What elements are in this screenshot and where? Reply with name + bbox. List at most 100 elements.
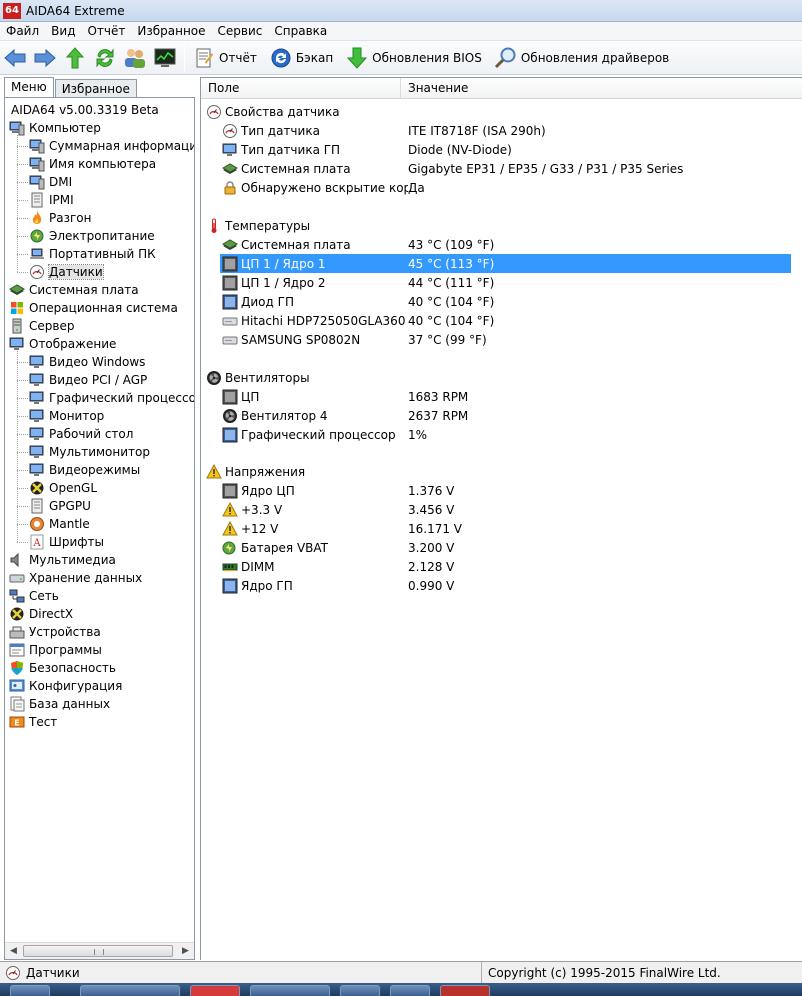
menu-report[interactable]: Отчёт: [81, 22, 131, 41]
table-row[interactable]: Тип датчика ГП Diode (NV-Diode): [201, 140, 802, 159]
scroll-right-icon[interactable]: ▶: [177, 943, 194, 959]
backup-icon: [269, 46, 293, 70]
menu-file[interactable]: Файл: [0, 22, 45, 41]
sidebar-item-sensors[interactable]: Датчики: [29, 263, 104, 281]
navigation-tree[interactable]: AIDA64 v5.00.3319 Beta Компьютер Суммарна…: [4, 97, 195, 960]
sidebar-item-multimonitor[interactable]: Мультимонитор: [29, 443, 150, 461]
sidebar-item-video-pci[interactable]: Видео PCI / AGP: [29, 371, 147, 389]
sidebar-item-benchmark[interactable]: E Тест: [9, 713, 57, 731]
tree-root[interactable]: AIDA64 v5.00.3319 Beta: [11, 101, 159, 119]
table-row[interactable]: SAMSUNG SP0802N 37 °C (99 °F): [201, 330, 802, 349]
table-row[interactable]: Тип датчика ITE IT8718F (ISA 290h): [201, 121, 802, 140]
group-voltages[interactable]: Напряжения: [201, 462, 802, 481]
table-row[interactable]: ЦП 1 / Ядро 2 44 °C (111 °F): [201, 273, 802, 292]
tab-favorites[interactable]: Избранное: [54, 79, 137, 97]
menu-help[interactable]: Справка: [268, 22, 333, 41]
taskbar-button[interactable]: [340, 985, 380, 996]
sidebar-item-ipmi[interactable]: IPMI: [29, 191, 74, 209]
sidebar-item-summary[interactable]: Суммарная информация: [29, 137, 194, 155]
sidebar-item-gpu[interactable]: Графический процессор: [29, 389, 194, 407]
table-row[interactable]: Hitachi HDP725050GLA360 40 °C (104 °F): [201, 311, 802, 330]
sidebar-item-portable-pc[interactable]: Портативный ПК: [29, 245, 156, 263]
taskbar-button[interactable]: [390, 985, 430, 996]
taskbar: [0, 983, 802, 996]
table-row[interactable]: DIMM 2.128 V: [201, 557, 802, 576]
sidebar-item-power[interactable]: Электропитание: [29, 227, 155, 245]
taskbar-button[interactable]: [440, 985, 490, 996]
sidebar-item-motherboard[interactable]: Системная плата: [8, 281, 139, 299]
table-row[interactable]: Обнаружено вскрытие кор... Да: [201, 178, 802, 197]
taskbar-start[interactable]: [10, 985, 50, 996]
table-row[interactable]: ЦП 1 / Ядро 1 45 °C (113 °F): [220, 254, 791, 273]
tree-connector: [17, 351, 18, 542]
sidebar-item-monitor[interactable]: Монитор: [29, 407, 104, 425]
table-row[interactable]: +12 V 16.171 V: [201, 519, 802, 538]
sensor-icon: [5, 965, 21, 981]
sidebar-item-storage[interactable]: Хранение данных: [9, 569, 142, 587]
group-sensor-properties[interactable]: Свойства датчика: [201, 102, 802, 121]
sidebar-item-video-modes[interactable]: Видеорежимы: [29, 461, 140, 479]
table-row[interactable]: ЦП 1683 RPM: [201, 387, 802, 406]
sidebar-item-label: Мультимедиа: [29, 553, 116, 567]
up-button[interactable]: [60, 44, 90, 72]
sidebar-item-directx[interactable]: DirectX: [9, 605, 73, 623]
tab-menu[interactable]: Меню: [4, 77, 54, 97]
sidebar-item-label: Рабочий стол: [49, 427, 134, 441]
menu-service[interactable]: Сервис: [212, 22, 269, 41]
sidebar-item-fonts[interactable]: A Шрифты: [29, 533, 104, 551]
table-row[interactable]: Системная плата Gigabyte EP31 / EP35 / G3…: [201, 159, 802, 178]
users-button[interactable]: [120, 44, 150, 72]
monitor-button[interactable]: [150, 44, 180, 72]
sidebar-item-display[interactable]: Отображение: [9, 335, 116, 353]
bios-update-button[interactable]: Обновления BIOS: [342, 44, 491, 72]
group-temperatures[interactable]: Температуры: [201, 216, 802, 235]
table-row[interactable]: +3.3 V 3.456 V: [201, 500, 802, 519]
taskbar-button[interactable]: [190, 985, 240, 996]
backup-button[interactable]: Бэкап: [266, 44, 342, 72]
table-row[interactable]: Графический процессор 1%: [201, 425, 802, 444]
back-button[interactable]: [0, 44, 30, 72]
sidebar-item-programs[interactable]: Программы: [9, 641, 102, 659]
refresh-button[interactable]: [90, 44, 120, 72]
title-bar[interactable]: 64 AIDA64 Extreme: [0, 0, 802, 22]
table-row[interactable]: Батарея VBAT 3.200 V: [201, 538, 802, 557]
sidebar-item-computer[interactable]: Компьютер: [9, 119, 101, 137]
sidebar-item-database[interactable]: База данных: [9, 695, 110, 713]
sidebar-item-security[interactable]: Безопасность: [9, 659, 116, 677]
sidebar-item-dmi[interactable]: DMI: [29, 173, 72, 191]
table-row[interactable]: Вентилятор 4 2637 RPM: [201, 406, 802, 425]
column-value[interactable]: Значение: [401, 78, 802, 98]
sidebar-item-configuration[interactable]: Конфигурация: [9, 677, 122, 695]
group-fans[interactable]: Вентиляторы: [201, 368, 802, 387]
sidebar-item-mantle[interactable]: Mantle: [29, 515, 90, 533]
sidebar-item-os[interactable]: Операционная система: [9, 299, 178, 317]
forward-button[interactable]: [30, 44, 60, 72]
sidebar-item-computer-name[interactable]: Имя компьютера: [29, 155, 156, 173]
menu-view[interactable]: Вид: [45, 22, 81, 41]
driver-update-button[interactable]: Обновления драйверов: [491, 44, 678, 72]
report-button[interactable]: Отчёт: [189, 44, 266, 72]
scroll-thumb[interactable]: [23, 945, 173, 957]
sidebar-item-network[interactable]: Сеть: [9, 587, 59, 605]
sidebar-item-desktop[interactable]: Рабочий стол: [29, 425, 133, 443]
sidebar-item-label: Хранение данных: [29, 571, 143, 585]
taskbar-button[interactable]: [80, 985, 180, 996]
menu-favorites[interactable]: Избранное: [131, 22, 211, 41]
table-row[interactable]: Ядро ЦП 1.376 V: [201, 481, 802, 500]
table-row[interactable]: Диод ГП 40 °C (104 °F): [201, 292, 802, 311]
table-row[interactable]: Системная плата 43 °C (109 °F): [201, 235, 802, 254]
sidebar-item-overclock[interactable]: Разгон: [29, 209, 91, 227]
gpu-core-icon: [222, 578, 238, 594]
sidebar-item-gpgpu[interactable]: GPGPU: [29, 497, 91, 515]
taskbar-button[interactable]: [250, 985, 330, 996]
scroll-left-icon[interactable]: ◀: [5, 943, 22, 959]
sensor-icon: [29, 264, 45, 280]
column-field[interactable]: Поле: [201, 78, 401, 98]
sidebar-item-multimedia[interactable]: Мультимедиа: [9, 551, 116, 569]
sidebar-item-opengl[interactable]: OpenGL: [29, 479, 97, 497]
table-row[interactable]: Ядро ГП 0.990 V: [201, 576, 802, 595]
sidebar-item-server[interactable]: Сервер: [9, 317, 74, 335]
horizontal-scrollbar[interactable]: ◀ ▶: [5, 942, 194, 959]
sidebar-item-devices[interactable]: Устройства: [9, 623, 101, 641]
sidebar-item-video-windows[interactable]: Видео Windows: [29, 353, 145, 371]
